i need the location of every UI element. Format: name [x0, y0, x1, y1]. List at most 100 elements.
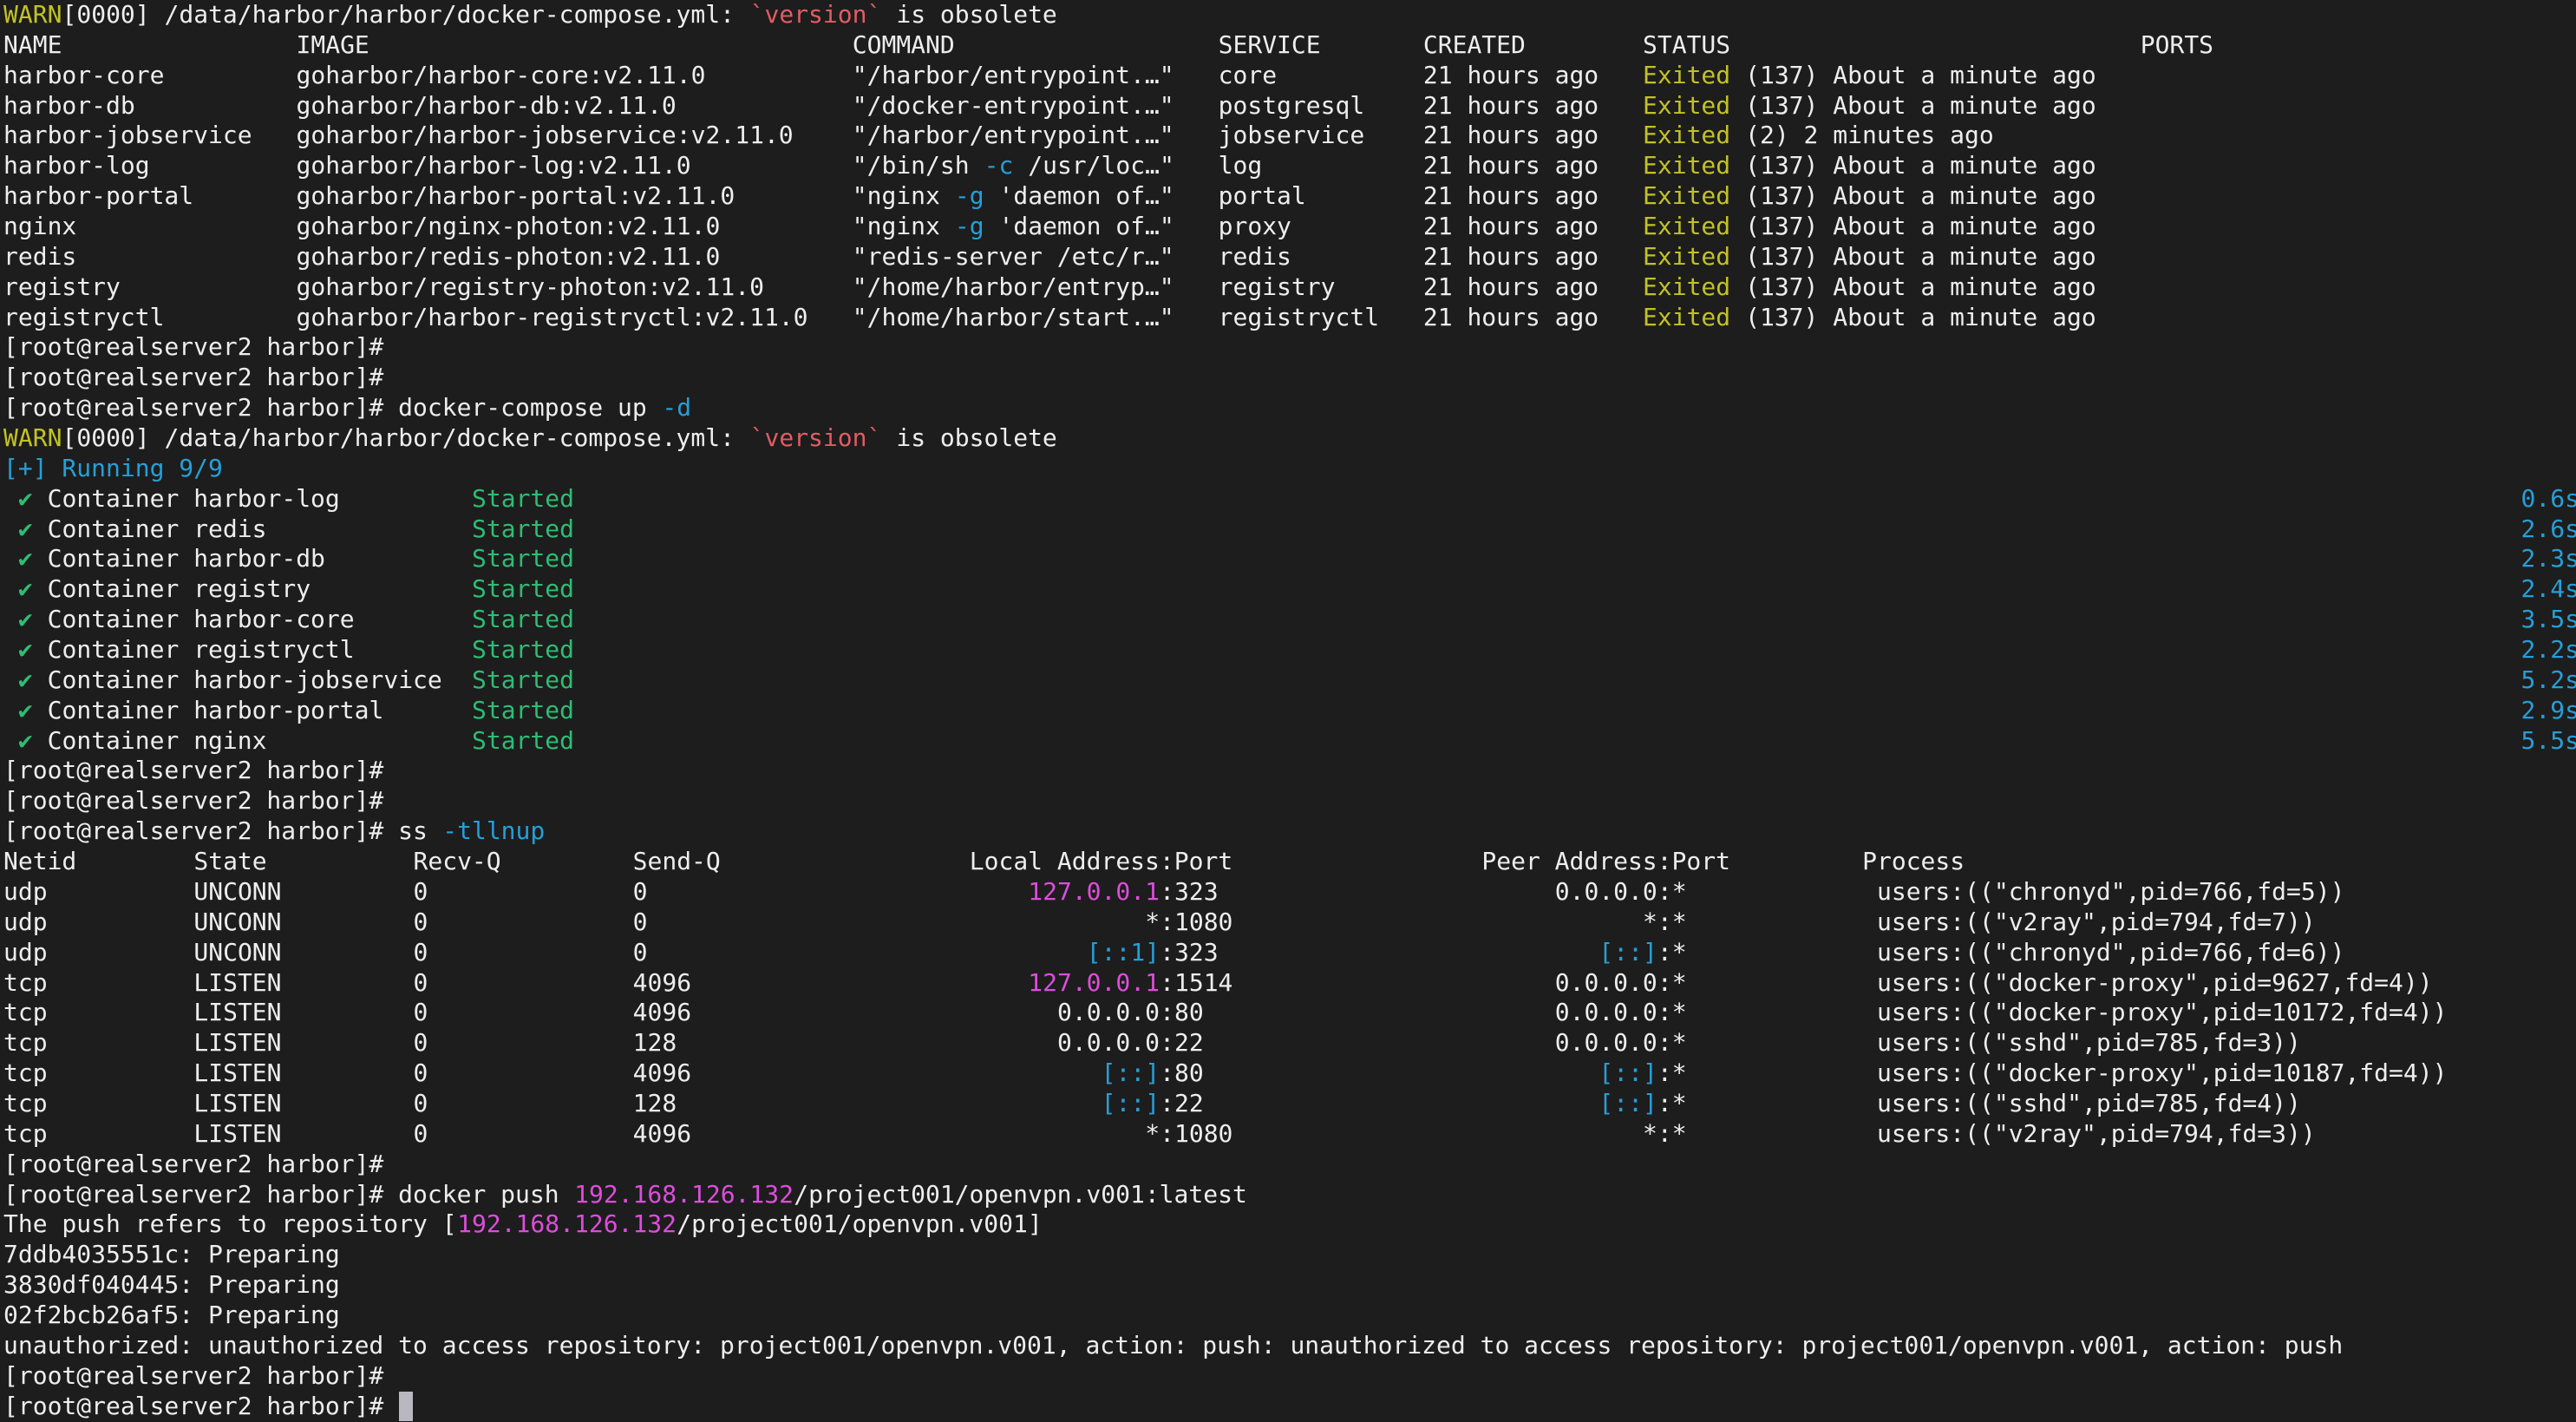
- text-segment: Started: [472, 665, 574, 696]
- text-segment: Container harbor-jobservice: [48, 665, 442, 696]
- terminal-line: tcpLISTEN040960.0.0.0:800.0.0.0:*users:(…: [0, 998, 2576, 1028]
- text-segment: *: [1145, 1119, 1160, 1150]
- text-segment: 192.168.126.132: [457, 1209, 677, 1240]
- text-segment: :*: [1657, 877, 1687, 908]
- text-segment: 4096: [633, 1119, 691, 1150]
- text-segment: harbor-portal: [3, 181, 193, 212]
- terminal-line: redisgoharbor/redis-photon:v2.11.0"redis…: [0, 242, 2576, 272]
- text-segment: nginx: [3, 212, 76, 242]
- text-segment: Container harbor-portal: [48, 696, 384, 726]
- terminal-line: [root@realserver2 harbor]# docker push 1…: [0, 1180, 2576, 1210]
- text-segment: :22: [1160, 1028, 1204, 1058]
- text-segment: (137) About a minute ago: [1730, 212, 2095, 242]
- terminal-line: ✔Container registryStarted2.4s: [0, 574, 2576, 605]
- text-segment: 0.0.0.0: [1057, 998, 1160, 1028]
- text-segment: users:(("docker-proxy",pid=9627,fd=4)): [1877, 968, 2433, 999]
- text-segment: Started: [472, 544, 574, 574]
- text-segment: 2.2s: [2521, 635, 2576, 665]
- text-segment: 0: [414, 1089, 428, 1119]
- text-segment: "nginx: [853, 181, 955, 212]
- text-segment: core: [1219, 61, 1277, 91]
- text-segment: 3830df040445: Preparing: [3, 1270, 340, 1301]
- text-segment: Local Address:Port: [970, 847, 1232, 877]
- text-segment: harbor-db: [3, 91, 135, 121]
- text-segment: "/docker-entrypoint.…": [853, 91, 1174, 121]
- text-segment: log: [1219, 151, 1263, 181]
- text-segment: Process: [1862, 847, 1965, 877]
- text-segment: 0.0.0.0: [1555, 998, 1657, 1028]
- text-segment: [0000] /data/harbor/harbor/docker-compos…: [62, 423, 749, 454]
- terminal-line: unauthorized: unauthorized to access rep…: [0, 1331, 2576, 1361]
- text-segment: (137) About a minute ago: [1730, 61, 2095, 91]
- text-segment: SERVICE: [1219, 30, 1321, 61]
- text-segment: 0: [414, 908, 428, 938]
- text-segment: [root@realserver2 harbor]#: [3, 1150, 383, 1180]
- text-segment: :*: [1657, 1058, 1687, 1089]
- text-segment: Started: [472, 696, 574, 726]
- text-segment: [root@realserver2 harbor]# docker push: [3, 1180, 573, 1210]
- text-segment: 4096: [633, 968, 691, 999]
- text-segment: LISTEN: [193, 1058, 281, 1089]
- text-segment: 127.0.0.1: [1028, 877, 1160, 908]
- text-segment: [root@realserver2 harbor]#: [3, 1392, 398, 1422]
- text-segment: 7ddb4035551c: Preparing: [3, 1240, 340, 1270]
- terminal-line: harbor-db goharbor/harbor-db:v2.11.0 "/doc…: [0, 91, 2576, 121]
- text-segment: :1514: [1160, 968, 1232, 999]
- terminal-line: tcpLISTEN01280.0.0.0:220.0.0.0:*users:((…: [0, 1028, 2576, 1058]
- text-segment: :323: [1160, 938, 1218, 968]
- terminal-line: tcpLISTEN04096127.0.0.1:15140.0.0.0:*use…: [0, 968, 2576, 999]
- terminal-line: The push refers to repository [192.168.1…: [0, 1209, 2576, 1240]
- text-segment: Started: [472, 635, 574, 665]
- text-segment: 21 hours ago: [1423, 272, 1599, 303]
- text-segment: 0: [414, 1058, 428, 1089]
- text-segment: 21 hours ago: [1423, 61, 1599, 91]
- text-segment: Netid: [3, 847, 76, 877]
- text-segment: goharbor/harbor-log:v2.11.0: [297, 151, 691, 181]
- text-segment: -d: [662, 393, 691, 423]
- text-segment: 0: [633, 908, 648, 938]
- text-segment: UNCONN: [193, 938, 281, 968]
- text-segment: Container harbor-core: [48, 605, 355, 635]
- text-segment: Started: [472, 484, 574, 514]
- text-segment: 21 hours ago: [1423, 91, 1599, 121]
- text-segment: users:(("sshd",pid=785,fd=4)): [1877, 1089, 2301, 1119]
- terminal-line: harbor-portalgoharbor/harbor-portal:v2.1…: [0, 181, 2576, 212]
- text-segment: LISTEN: [193, 1028, 281, 1058]
- text-segment: :*: [1657, 1089, 1687, 1119]
- text-segment: -g: [955, 181, 984, 212]
- text-segment: users:(("docker-proxy",pid=10172,fd=4)): [1877, 998, 2447, 1028]
- text-segment: [::]: [1599, 1058, 1657, 1089]
- text-segment: users:(("v2ray",pid=794,fd=3)): [1877, 1119, 2316, 1150]
- text-segment: [root@realserver2 harbor]# docker-compos…: [3, 393, 662, 423]
- text-segment: 3.5s: [2521, 605, 2576, 635]
- text-segment: :1080: [1160, 1119, 1232, 1150]
- text-segment: goharbor/redis-photon:v2.11.0: [297, 242, 721, 272]
- text-segment: /project001/openvpn.v001]: [677, 1209, 1042, 1240]
- text-segment: LISTEN: [193, 1089, 281, 1119]
- text-segment: [root@realserver2 harbor]#: [3, 756, 383, 786]
- text-segment: 0.0.0.0: [1555, 877, 1657, 908]
- text-segment: ✔: [18, 605, 33, 635]
- text-segment: redis: [1219, 242, 1291, 272]
- text-segment: goharbor/harbor-db:v2.11.0: [297, 91, 677, 121]
- text-segment: [root@realserver2 harbor]# ss: [3, 816, 442, 847]
- terminal-line: ✔Container harbor-jobserviceStarted5.2s: [0, 665, 2576, 696]
- terminal-line: tcpLISTEN04096[::]:80[::]:*users:(("dock…: [0, 1058, 2576, 1089]
- terminal-screen[interactable]: WARN [0000] /data/harbor/harbor/docker-co…: [0, 0, 2576, 1422]
- text-segment: :*: [1657, 1028, 1687, 1058]
- text-segment: [::]: [1599, 1089, 1657, 1119]
- terminal-line: udpUNCONN00*:1080*:*users:(("v2ray",pid=…: [0, 908, 2576, 938]
- terminal-line: registryctlgoharbor/harbor-registryctl:v…: [0, 303, 2576, 333]
- text-segment: WARN: [3, 0, 62, 30]
- text-segment: 4096: [633, 998, 691, 1028]
- text-segment: users:(("v2ray",pid=794,fd=7)): [1877, 908, 2316, 938]
- text-segment: (137) About a minute ago: [1730, 272, 2095, 303]
- text-segment: 5.2s: [2521, 665, 2576, 696]
- terminal-line: ✔Container redisStarted2.6s: [0, 514, 2576, 545]
- text-segment: registry: [3, 272, 121, 303]
- terminal-line: [+] Running 9/9: [0, 454, 2576, 484]
- text-segment: :22: [1160, 1089, 1204, 1119]
- text-segment: *: [1145, 908, 1160, 938]
- text-segment: tcp: [3, 1119, 48, 1150]
- text-segment: 5.5s: [2521, 726, 2576, 757]
